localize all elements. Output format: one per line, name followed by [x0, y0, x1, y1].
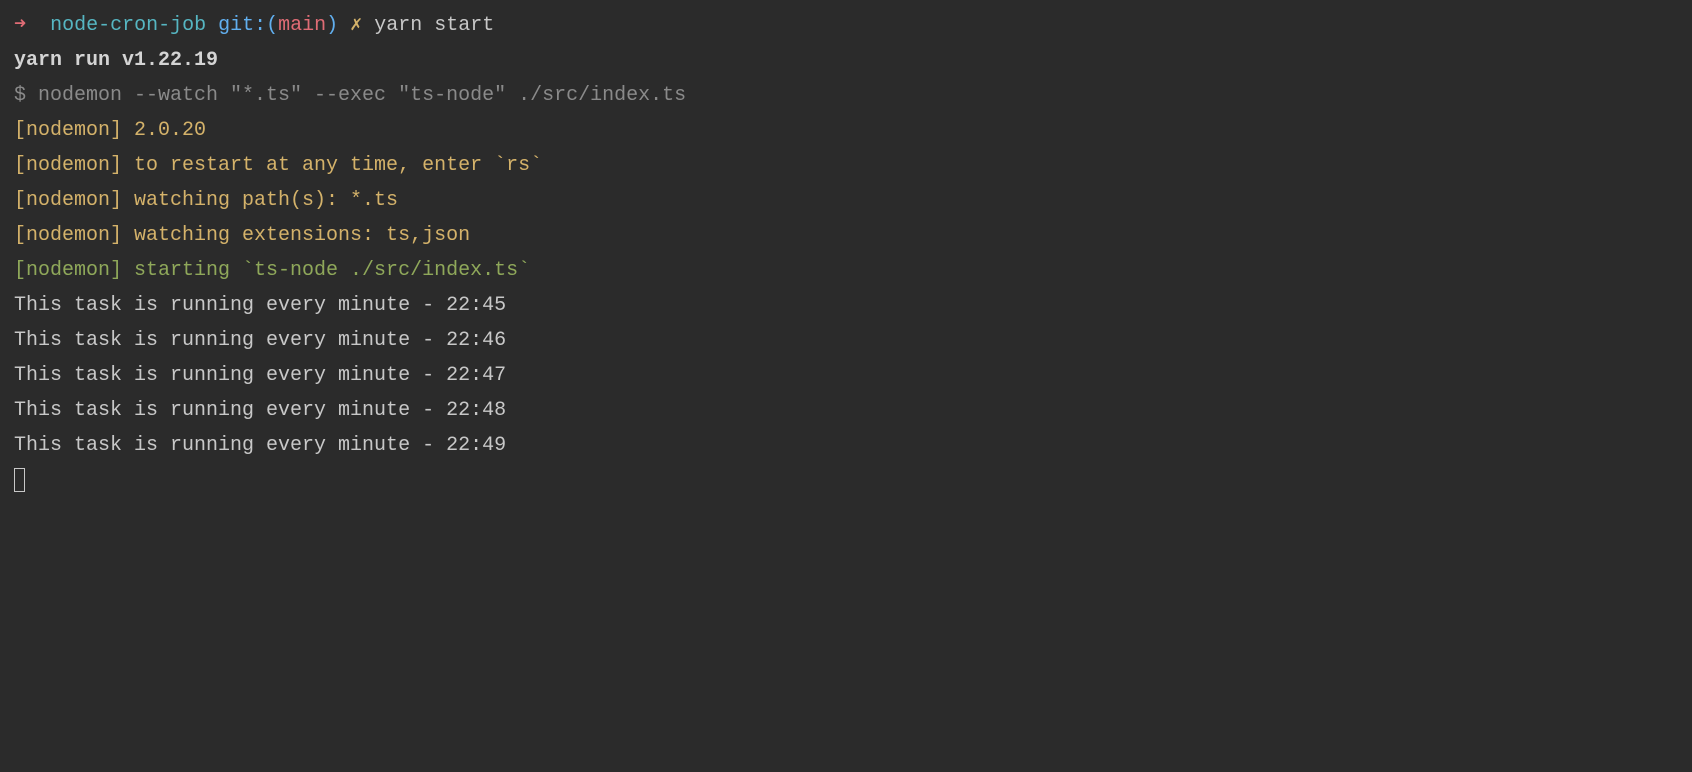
nodemon-restart: [nodemon] to restart at any time, enter …: [14, 148, 1678, 183]
cursor-line: [14, 463, 1678, 498]
prompt-dir: node-cron-job: [50, 14, 206, 37]
yarn-run-line: yarn run v1.22.19: [14, 43, 1678, 78]
prompt-line: ➜ node-cron-job git:(main) ✗ yarn start: [14, 8, 1678, 43]
git-branch: main: [278, 14, 326, 37]
cursor-icon: [14, 468, 25, 492]
git-label: git:(: [218, 14, 278, 37]
output-line: This task is running every minute - 22:4…: [14, 428, 1678, 463]
output-line: This task is running every minute - 22:4…: [14, 393, 1678, 428]
output-line: This task is running every minute - 22:4…: [14, 358, 1678, 393]
nodemon-watching-ext: [nodemon] watching extensions: ts,json: [14, 218, 1678, 253]
output-line: This task is running every minute - 22:4…: [14, 288, 1678, 323]
prompt-arrow: ➜: [14, 14, 26, 37]
nodemon-watching-paths: [nodemon] watching path(s): *.ts: [14, 183, 1678, 218]
output-line: This task is running every minute - 22:4…: [14, 323, 1678, 358]
terminal[interactable]: ➜ node-cron-job git:(main) ✗ yarn start …: [14, 8, 1678, 498]
command-text: yarn start: [374, 14, 494, 37]
subcommand-line: $ nodemon --watch "*.ts" --exec "ts-node…: [14, 78, 1678, 113]
git-dirty-icon: ✗: [350, 14, 362, 37]
nodemon-starting: [nodemon] starting `ts-node ./src/index.…: [14, 253, 1678, 288]
git-close: ): [326, 14, 338, 37]
nodemon-version: [nodemon] 2.0.20: [14, 113, 1678, 148]
